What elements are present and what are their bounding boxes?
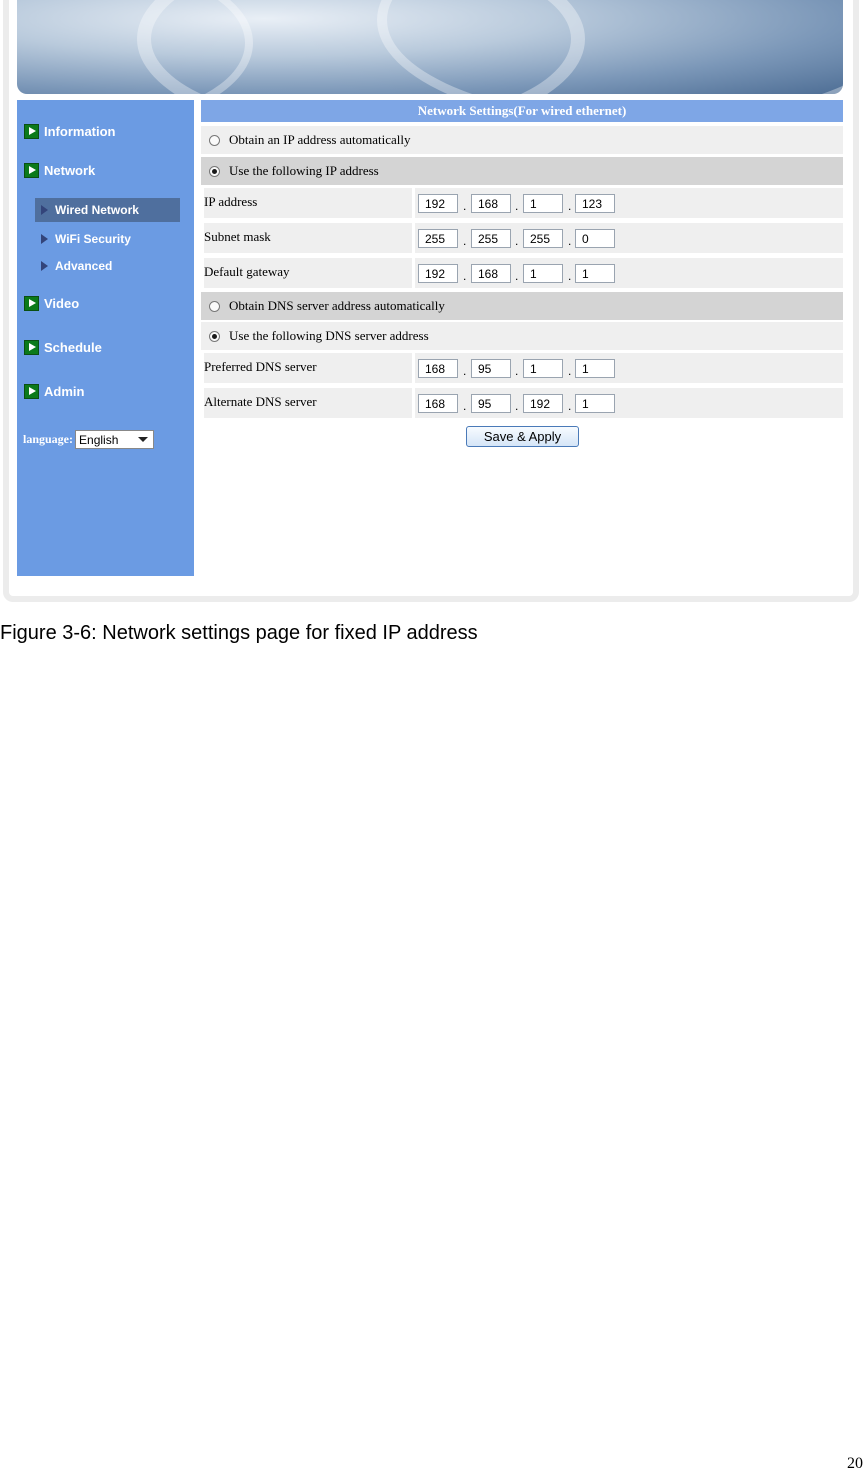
octet-separator: . xyxy=(463,364,467,378)
nav-item-schedule[interactable]: Schedule xyxy=(24,340,102,355)
dns-manual-radio[interactable] xyxy=(209,330,220,342)
play-icon xyxy=(24,163,39,178)
ip-manual-option[interactable]: Use the following IP address xyxy=(201,157,843,185)
sidebar: Information Network Wired Network WiFi S… xyxy=(17,100,194,576)
play-icon xyxy=(24,340,39,355)
octet-input[interactable]: 168 xyxy=(471,194,511,213)
nav-label: Admin xyxy=(44,384,85,399)
preferred-dns-row: Preferred DNS server 168 . 95 . 1 . 1 xyxy=(201,353,843,383)
octet-input[interactable]: 1 xyxy=(523,194,563,213)
nav-label: Information xyxy=(44,124,116,139)
field-label: Default gateway xyxy=(204,258,412,288)
play-icon xyxy=(24,384,39,399)
header-banner xyxy=(17,0,843,94)
language-selector: language: English xyxy=(23,430,155,449)
field-label: IP address xyxy=(204,188,412,218)
subnav-item-advanced[interactable]: Advanced xyxy=(35,254,112,278)
octet-input[interactable]: 95 xyxy=(471,394,511,413)
octet-input[interactable]: 95 xyxy=(471,359,511,378)
triangle-right-icon xyxy=(41,261,48,271)
octet-input[interactable]: 192 xyxy=(418,194,458,213)
octet-input[interactable]: 255 xyxy=(418,229,458,248)
language-select[interactable]: English xyxy=(75,430,155,449)
octet-input[interactable]: 168 xyxy=(418,394,458,413)
subnav-label: Advanced xyxy=(55,259,113,273)
dns-manual-option[interactable]: Use the following DNS server address xyxy=(201,322,843,350)
field-label: Preferred DNS server xyxy=(204,353,412,383)
ip-auto-radio[interactable] xyxy=(209,134,220,146)
octet-separator: . xyxy=(568,364,572,378)
octet-separator: . xyxy=(568,269,572,283)
nav-label: Network xyxy=(44,163,96,178)
octet-input[interactable]: 1 xyxy=(523,359,563,378)
ip-address-field: 192 . 168 . 1 . 123 xyxy=(415,188,843,218)
octet-separator: . xyxy=(515,269,519,283)
play-icon xyxy=(24,296,39,311)
octet-separator: . xyxy=(515,199,519,213)
panel-title: Network Settings(For wired ethernet) xyxy=(201,100,843,122)
preferred-dns-field: 168 . 95 . 1 . 1 xyxy=(415,353,843,383)
nav-item-admin[interactable]: Admin xyxy=(24,384,84,399)
octet-input[interactable]: 168 xyxy=(471,264,511,283)
default-gateway-field: 192 . 168 . 1 . 1 xyxy=(415,258,843,288)
octet-input[interactable]: 1 xyxy=(575,264,615,283)
octet-separator: . xyxy=(463,234,467,248)
nav-item-network[interactable]: Network xyxy=(24,163,95,178)
language-label: language: xyxy=(23,432,74,446)
nav-item-video[interactable]: Video xyxy=(24,296,79,311)
octet-separator: . xyxy=(568,399,572,413)
octet-input[interactable]: 192 xyxy=(523,394,563,413)
ip-auto-option[interactable]: Obtain an IP address automatically xyxy=(201,126,843,154)
language-select-value: English xyxy=(79,433,119,447)
field-label: Subnet mask xyxy=(204,223,412,253)
octet-input[interactable]: 0 xyxy=(575,229,615,248)
dns-auto-label: Obtain DNS server address automatically xyxy=(229,298,445,313)
nav-item-information[interactable]: Information xyxy=(24,124,116,139)
page-number: 20 xyxy=(847,1455,863,1472)
alternate-dns-row: Alternate DNS server 168 . 95 . 192 . 1 xyxy=(201,388,843,418)
subnav-item-wifi-security[interactable]: WiFi Security xyxy=(35,227,131,251)
default-gateway-row: Default gateway 192 . 168 . 1 . 1 xyxy=(201,258,843,288)
ip-auto-label: Obtain an IP address automatically xyxy=(229,132,411,147)
octet-separator: . xyxy=(463,269,467,283)
triangle-right-icon xyxy=(41,205,48,215)
octet-input[interactable]: 1 xyxy=(575,394,615,413)
octet-input[interactable]: 255 xyxy=(471,229,511,248)
play-icon xyxy=(24,124,39,139)
ip-manual-radio[interactable] xyxy=(209,165,220,177)
subnet-mask-field: 255 . 255 . 255 . 0 xyxy=(415,223,843,253)
octet-input[interactable]: 192 xyxy=(418,264,458,283)
triangle-right-icon xyxy=(41,234,48,244)
dns-auto-radio[interactable] xyxy=(209,300,220,312)
save-apply-button[interactable]: Save & Apply xyxy=(466,426,579,447)
subnav-item-wired-network[interactable]: Wired Network xyxy=(35,198,180,222)
octet-input[interactable]: 123 xyxy=(575,194,615,213)
octet-input[interactable]: 1 xyxy=(575,359,615,378)
octet-input[interactable]: 1 xyxy=(523,264,563,283)
octet-input[interactable]: 168 xyxy=(418,359,458,378)
octet-separator: . xyxy=(515,364,519,378)
octet-separator: . xyxy=(568,234,572,248)
alternate-dns-field: 168 . 95 . 192 . 1 xyxy=(415,388,843,418)
subnav-label: WiFi Security xyxy=(55,232,131,246)
subnav-label: Wired Network xyxy=(55,203,139,217)
nav-label: Video xyxy=(44,296,80,311)
field-label: Alternate DNS server xyxy=(204,388,412,418)
octet-separator: . xyxy=(515,234,519,248)
settings-panel: Network Settings(For wired ethernet) Obt… xyxy=(201,100,843,447)
octet-separator: . xyxy=(515,399,519,413)
octet-separator: . xyxy=(568,199,572,213)
dns-auto-option[interactable]: Obtain DNS server address automatically xyxy=(201,292,843,320)
subnet-mask-row: Subnet mask 255 . 255 . 255 . 0 xyxy=(201,223,843,253)
chevron-down-icon xyxy=(138,437,149,442)
octet-separator: . xyxy=(463,399,467,413)
octet-input[interactable]: 255 xyxy=(523,229,563,248)
ip-manual-label: Use the following IP address xyxy=(229,163,379,178)
octet-separator: . xyxy=(463,199,467,213)
ip-address-row: IP address 192 . 168 . 1 . 123 xyxy=(201,188,843,218)
dns-manual-label: Use the following DNS server address xyxy=(229,328,429,343)
figure-caption: Figure 3-6: Network settings page for fi… xyxy=(0,622,478,644)
nav-label: Schedule xyxy=(44,340,102,355)
